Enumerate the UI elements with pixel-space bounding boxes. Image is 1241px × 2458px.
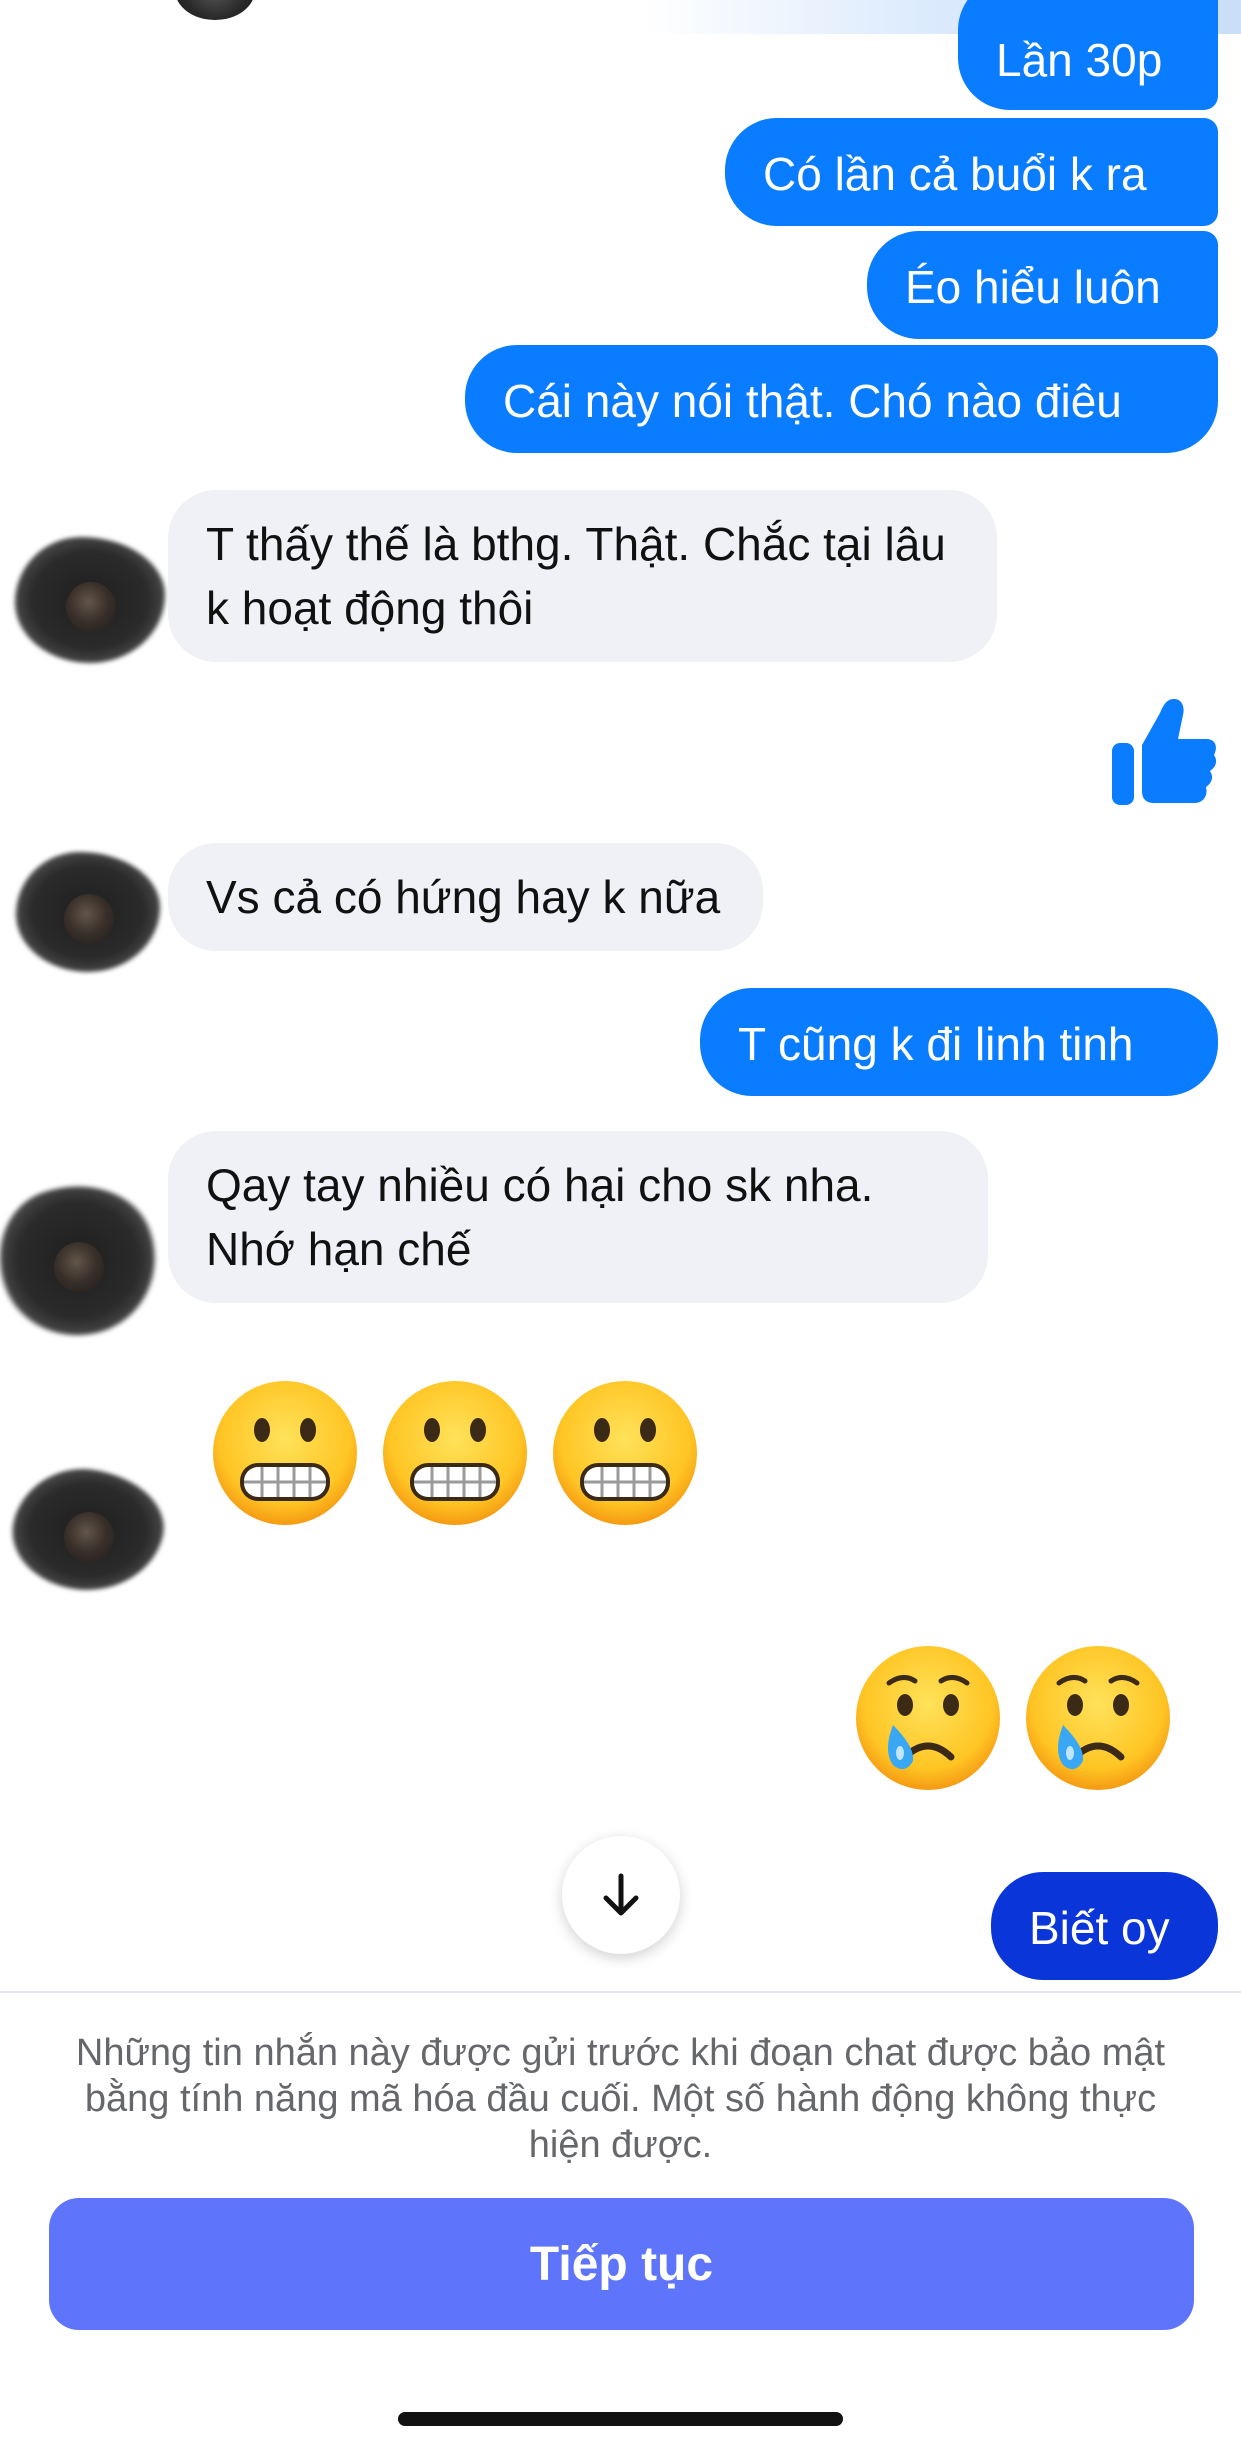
message-text: Qay tay nhiều có hại cho sk nha. Nhớ hạn… (206, 1159, 874, 1275)
crying-face-icon (856, 1646, 1000, 1790)
message-text: Éo hiểu luôn (905, 261, 1161, 313)
message-text: Cái này nói thật. Chó nào điêu (503, 375, 1122, 427)
emoji-message[interactable] (853, 1643, 1173, 1793)
message-bubble-incoming[interactable]: T thấy thế là bthg. Thật. Chắc tại lâu k… (168, 490, 997, 662)
message-bubble-incoming[interactable]: Qay tay nhiều có hại cho sk nha. Nhớ hạn… (168, 1131, 988, 1303)
encryption-notice: Những tin nhắn này được gửi trước khi đo… (75, 2032, 1166, 2166)
thumbs-up-icon[interactable] (1108, 695, 1218, 810)
chat-screen: Lần 30p Có lần cả buổi k ra Éo hiểu luôn… (0, 0, 1241, 2458)
continue-button[interactable]: Tiếp tục (49, 2198, 1194, 2330)
grimacing-face-icon (553, 1381, 697, 1525)
message-text: Vs cả có hứng hay k nữa (206, 871, 721, 923)
crying-face-icon (1026, 1646, 1170, 1790)
sender-avatar[interactable] (1, 1460, 175, 1600)
message-bubble-outgoing[interactable]: Cái này nói thật. Chó nào điêu (465, 345, 1218, 453)
scroll-to-bottom-button[interactable] (562, 1836, 680, 1954)
message-text: T thấy thế là bthg. Thật. Chắc tại lâu k… (206, 518, 946, 634)
emoji-message[interactable] (210, 1378, 700, 1528)
grimacing-face-icon (383, 1381, 527, 1525)
message-bubble-incoming[interactable]: Vs cả có hứng hay k nữa (168, 843, 763, 951)
grimacing-face-icon (213, 1381, 357, 1525)
footer-divider (0, 1991, 1241, 1993)
message-text: Có lần cả buổi k ra (763, 148, 1147, 200)
message-bubble-outgoing[interactable]: Có lần cả buổi k ra (725, 118, 1218, 226)
sender-avatar[interactable] (16, 852, 160, 972)
message-bubble-outgoing[interactable]: Biết oy (991, 1872, 1218, 1980)
message-bubble-outgoing[interactable]: Éo hiểu luôn (867, 231, 1218, 339)
sender-avatar[interactable] (0, 1163, 178, 1357)
sender-avatar[interactable] (15, 537, 165, 663)
message-text: Biết oy (1029, 1902, 1170, 1954)
message-text: Lần 30p (996, 34, 1163, 86)
arrow-down-icon (603, 1873, 639, 1916)
message-bubble-outgoing[interactable]: Lần 30p (958, 0, 1218, 110)
message-bubble-outgoing[interactable]: T cũng k đi linh tinh (700, 988, 1218, 1096)
message-text: T cũng k đi linh tinh (738, 1018, 1134, 1070)
home-indicator[interactable] (398, 2412, 843, 2426)
